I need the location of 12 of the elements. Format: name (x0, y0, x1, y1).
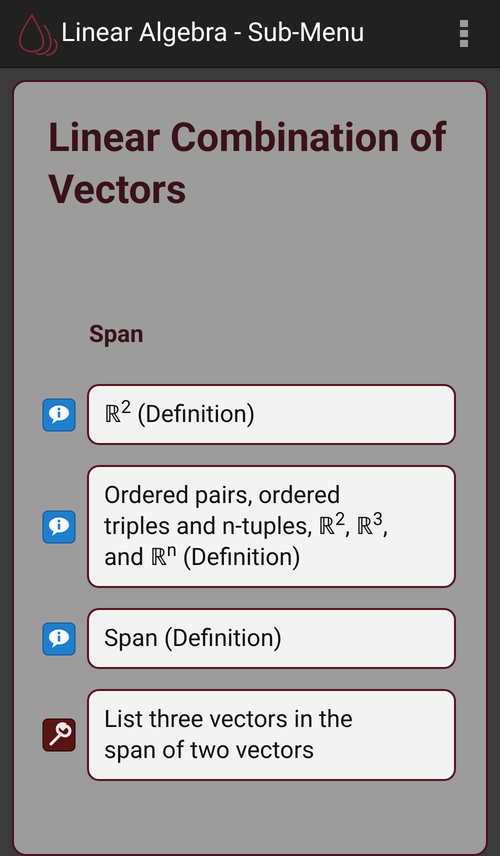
topic-button[interactable]: List three vectors in the span of two vectors (87, 689, 456, 781)
topic-button[interactable]: Ordered pairs, ordered triples and n-tuples, ℝ$^{2}$, ℝ$^{3}$, and ℝ$^{n}$ (Definition) (87, 465, 456, 588)
wrench-icon (42, 718, 76, 752)
topic-button[interactable]: Span (Definition) (87, 608, 456, 669)
speech-bubble-icon (42, 510, 76, 544)
overflow-menu-icon[interactable] (460, 20, 470, 48)
section-heading: Span (89, 319, 145, 350)
page-heading: Linear Combination of Vectors (48, 113, 448, 215)
topic-button[interactable]: ℝ$^{2}$ (Definition) (87, 384, 456, 445)
speech-bubble-icon (42, 622, 76, 656)
app-title: Linear Algebra - Sub-Menu (61, 17, 366, 50)
speech-bubble-icon (42, 398, 76, 432)
